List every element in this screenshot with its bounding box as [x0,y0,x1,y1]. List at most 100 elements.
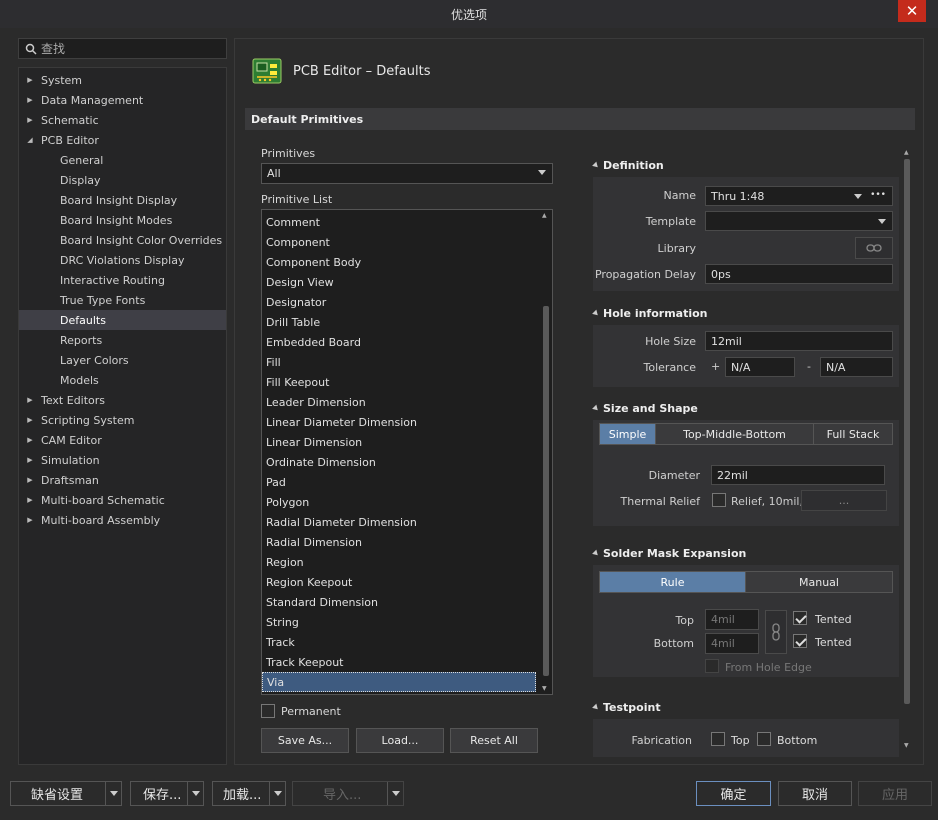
tented-bottom-checkbox[interactable] [793,634,807,648]
default-settings-button[interactable]: 缺省设置 [10,781,122,806]
thermal-relief-checkbox[interactable] [712,493,726,507]
list-item[interactable]: Standard Dimension [262,592,552,612]
import-button[interactable]: 导入... [292,781,404,806]
thermal-relief-button[interactable]: ... [801,490,887,511]
propagation-delay-input[interactable]: 0ps [705,264,893,284]
from-hole-edge-checkbox[interactable] [705,659,719,673]
ok-button[interactable]: 确定 [696,781,771,806]
list-item[interactable]: Component Body [262,252,552,272]
close-button[interactable]: ✕ [898,0,926,22]
scroll-up-icon[interactable]: ▲ [904,149,909,156]
primitives-dropdown[interactable]: All [261,163,553,184]
tree-item-system[interactable]: ▶ System [19,70,226,90]
tree-item-board-insight-color-overrides[interactable]: Board Insight Color Overrides [19,230,226,250]
solder-bottom-input[interactable]: 4mil [705,633,759,654]
name-dropdown[interactable]: Thru 1:48 ••• [705,186,893,206]
dropdown-arrow-icon[interactable] [387,782,403,805]
dropdown-arrow-icon[interactable] [187,782,203,805]
list-item[interactable]: Radial Dimension [262,532,552,552]
hole-size-input[interactable]: 12mil [705,331,893,351]
tab-manual[interactable]: Manual [746,572,892,592]
save-button[interactable]: 保存... [130,781,204,806]
list-item[interactable]: Designator [262,292,552,312]
tab-rule[interactable]: Rule [600,572,746,592]
tree-item-interactive-routing[interactable]: Interactive Routing [19,270,226,290]
primitive-list[interactable]: Comment Component Component Body Design … [261,209,553,695]
list-item[interactable]: Comment [262,212,552,232]
tree-item-board-insight-display[interactable]: Board Insight Display [19,190,226,210]
tree-item-general[interactable]: General [19,150,226,170]
tree-item-scripting-system[interactable]: ▶ Scripting System [19,410,226,430]
list-item[interactable]: Fill [262,352,552,372]
list-item[interactable]: String [262,612,552,632]
tree-item-true-type-fonts[interactable]: True Type Fonts [19,290,226,310]
link-toggle[interactable] [765,610,787,654]
tree-item-layer-colors[interactable]: Layer Colors [19,350,226,370]
scroll-down-icon[interactable]: ▼ [542,685,547,692]
tree-item-multiboard-schematic[interactable]: ▶ Multi-board Schematic [19,490,226,510]
tolerance-minus-input[interactable]: N/A [820,357,893,377]
list-item[interactable]: Region Keepout [262,572,552,592]
expand-icon[interactable]: ▶ [19,96,41,104]
expand-icon[interactable]: ▶ [19,476,41,484]
list-item[interactable]: Ordinate Dimension [262,452,552,472]
tree-item-schematic[interactable]: ▶ Schematic [19,110,226,130]
apply-button[interactable]: 应用 [858,781,932,806]
tab-top-middle-bottom[interactable]: Top-Middle-Bottom [656,424,814,444]
definition-header[interactable]: Definition [592,159,664,172]
expand-icon[interactable]: ▶ [19,456,41,464]
more-icon[interactable]: ••• [870,190,886,200]
template-dropdown[interactable] [705,211,893,231]
tree-item-pcb-editor[interactable]: ◢ PCB Editor [19,130,226,150]
list-item[interactable]: Leader Dimension [262,392,552,412]
scroll-thumb[interactable] [543,306,549,676]
link-button[interactable] [855,237,893,259]
fabrication-top-checkbox[interactable] [711,732,725,746]
list-item[interactable]: Region [262,552,552,572]
properties-scrollbar[interactable]: ▲ ▼ [903,149,911,749]
dropdown-arrow-icon[interactable] [269,782,285,805]
collapse-icon[interactable]: ◢ [19,136,41,144]
expand-icon[interactable]: ▶ [19,116,41,124]
tree-item-drc-violations-display[interactable]: DRC Violations Display [19,250,226,270]
expand-icon[interactable]: ▶ [19,496,41,504]
tab-simple[interactable]: Simple [600,424,656,444]
dropdown-arrow-icon[interactable] [105,782,121,805]
tree-item-data-management[interactable]: ▶ Data Management [19,90,226,110]
tree-item-defaults[interactable]: Defaults [19,310,226,330]
list-item[interactable]: Radial Diameter Dimension [262,512,552,532]
tree-item-reports[interactable]: Reports [19,330,226,350]
list-item[interactable]: Design View [262,272,552,292]
tree-item-draftsman[interactable]: ▶ Draftsman [19,470,226,490]
list-item[interactable]: Polygon [262,492,552,512]
fabrication-bottom-checkbox[interactable] [757,732,771,746]
permanent-checkbox[interactable] [261,704,275,718]
list-scrollbar[interactable]: ▲ ▼ [542,212,550,692]
expand-icon[interactable]: ▶ [19,436,41,444]
diameter-input[interactable]: 22mil [711,465,885,485]
tolerance-plus-input[interactable]: N/A [725,357,795,377]
expand-icon[interactable]: ▶ [19,416,41,424]
list-item[interactable]: Pad [262,472,552,492]
size-shape-header[interactable]: Size and Shape [592,402,698,415]
tree-item-simulation[interactable]: ▶ Simulation [19,450,226,470]
tree-item-text-editors[interactable]: ▶ Text Editors [19,390,226,410]
solder-top-input[interactable]: 4mil [705,609,759,630]
list-item[interactable]: Component [262,232,552,252]
list-item[interactable]: Embedded Board [262,332,552,352]
scroll-up-icon[interactable]: ▲ [542,212,547,219]
list-item-selected[interactable]: Via [262,672,536,692]
list-item[interactable]: Linear Dimension [262,432,552,452]
tree-item-cam-editor[interactable]: ▶ CAM Editor [19,430,226,450]
load-button[interactable]: 加载... [212,781,286,806]
tree-item-models[interactable]: Models [19,370,226,390]
search-input[interactable]: 查找 [18,38,227,59]
scroll-thumb[interactable] [904,159,910,704]
cancel-button[interactable]: 取消 [778,781,852,806]
scroll-down-icon[interactable]: ▼ [904,742,909,749]
expand-icon[interactable]: ▶ [19,76,41,84]
tented-top-checkbox[interactable] [793,611,807,625]
solder-mask-header[interactable]: Solder Mask Expansion [592,547,746,560]
reset-all-button[interactable]: Reset All [450,728,538,753]
hole-information-header[interactable]: Hole information [592,307,708,320]
